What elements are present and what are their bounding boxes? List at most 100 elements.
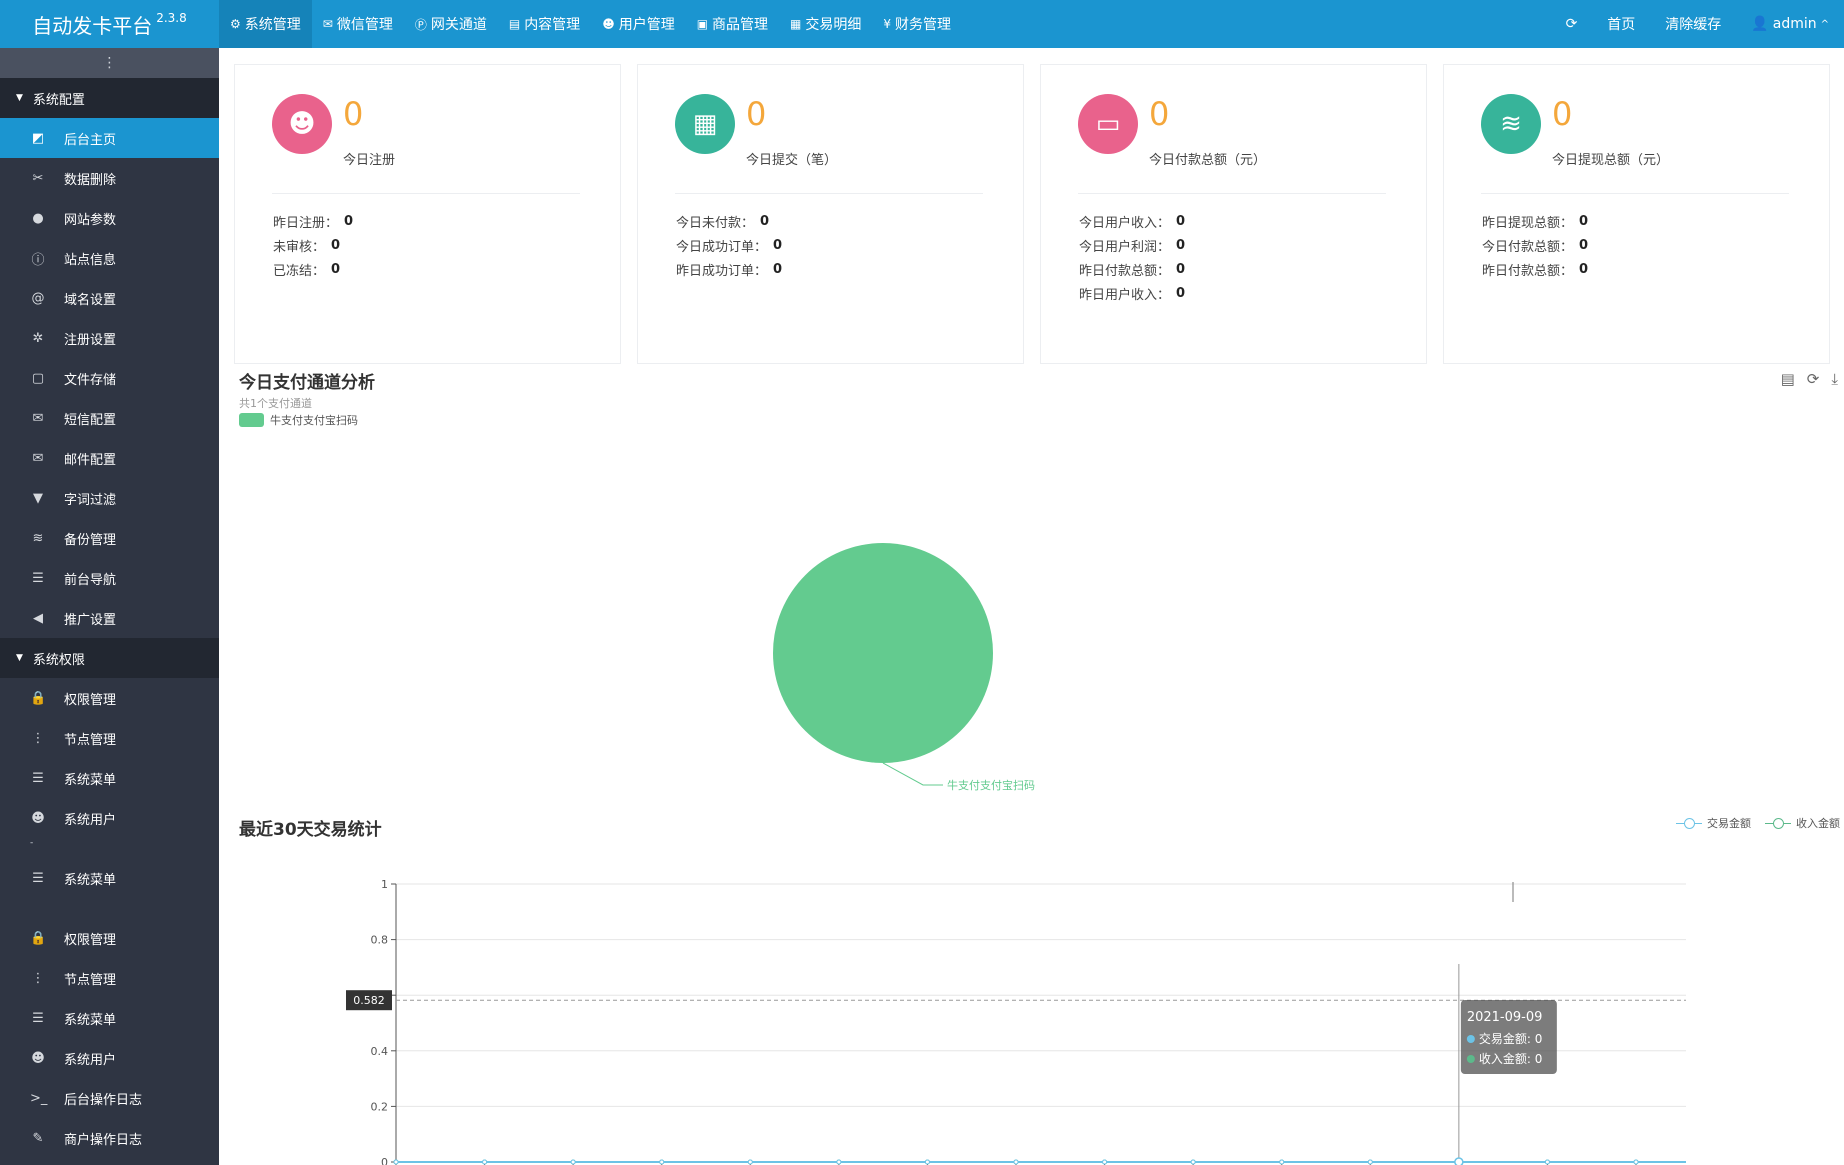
sidebar-item[interactable]: ⋮ 节点管理 — [0, 958, 219, 998]
home-link[interactable]: 首页 — [1592, 14, 1650, 34]
sidebar-clipped-item — [0, 898, 219, 918]
menu-dots-icon: ⋮ — [102, 55, 117, 71]
sidebar-item[interactable]: ⓘ 站点信息 — [0, 238, 219, 278]
main-content: ☻ 0 今日注册 昨日注册： 0 未审核： 0 已冻结： 0 ▦ 0 今日提交（笔） 今日未付款： 0 今日… — [219, 48, 1844, 1165]
top-nav-item-5[interactable]: ▣ 商品管理 — [686, 0, 779, 48]
top-nav-item-2[interactable]: Ⓟ 网关通道 — [404, 0, 498, 48]
sidebar-item-icon: ⓘ — [31, 252, 45, 268]
sidebar-item[interactable]: ☰ 系统菜单 — [0, 858, 219, 898]
sidebar-item-icon: >_ — [30, 1090, 48, 1106]
stat-card-rows: 昨日提现总额： 0 今日付款总额： 0 昨日付款总额： 0 — [1482, 209, 1588, 281]
sidebar-item[interactable]: ≋ 备份管理 — [0, 518, 219, 558]
clear-cache-link[interactable]: 清除缓存 — [1650, 14, 1736, 34]
stat-row-label: 今日用户收入： — [1079, 215, 1171, 231]
sidebar-item-icon: ☰ — [32, 870, 44, 886]
series-point[interactable] — [659, 1159, 665, 1165]
save-image-icon[interactable]: ⤓ — [1831, 370, 1838, 388]
stat-card-divider — [675, 193, 983, 194]
legend-item-trade[interactable]: 交易金额 — [1676, 815, 1751, 831]
sidebar-item-label: 系统菜单 — [64, 1012, 117, 1028]
series-point[interactable] — [836, 1159, 842, 1165]
series-point[interactable] — [1279, 1159, 1285, 1165]
sidebar-item[interactable]: ▼ 字词过滤 — [0, 478, 219, 518]
top-nav-item-1[interactable]: ✉ 微信管理 — [312, 0, 404, 48]
sidebar-item[interactable]: ◩ 后台主页 — [0, 118, 219, 158]
series-point[interactable] — [1544, 1159, 1550, 1165]
user-name: admin — [1772, 16, 1817, 32]
sidebar-item[interactable]: ✉ 邮件配置 — [0, 438, 219, 478]
stat-row-value: 0 — [1176, 213, 1186, 229]
sidebar-item[interactable]: ☰ 系统菜单 — [0, 998, 219, 1038]
stat-card-value: 0 — [1552, 95, 1573, 133]
sidebar-item[interactable]: ▢ 文件存储 — [0, 358, 219, 398]
top-nav-item-0[interactable]: ⚙ 系统管理 — [219, 0, 312, 48]
y-tick-label: 0 — [381, 1156, 388, 1165]
sidebar-item[interactable]: ☻ 系统用户 — [0, 798, 219, 838]
sidebar-item[interactable]: ✉ 短信配置 — [0, 398, 219, 438]
y-tick-label: 0.8 — [371, 934, 389, 947]
stat-card-rows: 昨日注册： 0 未审核： 0 已冻结： 0 — [273, 209, 353, 281]
sidebar-item-icon: 🔒 — [30, 930, 47, 946]
pie-legend-label: 牛支付支付宝扫码 — [270, 414, 358, 427]
series-point[interactable] — [482, 1159, 488, 1165]
sidebar-item[interactable]: ✲ 注册设置 — [0, 318, 219, 358]
sidebar-item-label: 节点管理 — [64, 972, 117, 988]
sidebar-item-label: 备份管理 — [64, 532, 117, 548]
user-menu[interactable]: 👤 admin ^ — [1736, 16, 1844, 32]
stat-row-value: 0 — [773, 237, 783, 253]
top-nav-item-3[interactable]: ▤ 内容管理 — [498, 0, 591, 48]
line-legend: 交易金额 收入金额 — [1676, 815, 1840, 831]
series-point[interactable] — [1102, 1159, 1108, 1165]
stat-row: 昨日提现总额： 0 — [1482, 209, 1588, 233]
data-view-icon[interactable]: ▤ — [1781, 370, 1795, 388]
sidebar-group-system-config[interactable]: ▼ 系统配置 — [0, 78, 219, 118]
stat-row-label: 今日用户利润： — [1079, 239, 1171, 255]
sidebar-item[interactable]: ● 网站参数 — [0, 198, 219, 238]
pie-legend[interactable]: 牛支付支付宝扫码 — [239, 412, 358, 428]
sidebar-item[interactable]: >_ 后台操作日志 — [0, 1078, 219, 1118]
stat-row: 今日成功订单： 0 — [676, 233, 782, 257]
sidebar-item[interactable]: ✎ 商户操作日志 — [0, 1118, 219, 1158]
nav-label: 交易明细 — [805, 17, 862, 33]
stat-row: 已冻结： 0 — [273, 257, 353, 281]
brand-logo[interactable]: 自动发卡平台 2.3.8 — [0, 0, 219, 48]
sidebar-item[interactable]: ☰ 前台导航 — [0, 558, 219, 598]
series-point[interactable] — [1633, 1159, 1639, 1165]
pie-slice[interactable] — [773, 543, 993, 763]
caret-down-icon: ▼ — [16, 93, 23, 103]
series-point[interactable] — [1367, 1159, 1373, 1165]
sidebar-item[interactable]: ✂ 数据删除 — [0, 158, 219, 198]
restore-icon[interactable]: ⟳ — [1807, 370, 1820, 388]
top-right-actions: ⟳ 首页 清除缓存 👤 admin ^ — [1551, 0, 1844, 48]
legend-item-income[interactable]: 收入金额 — [1765, 815, 1840, 831]
top-nav-item-6[interactable]: ▦ 交易明细 — [779, 0, 872, 48]
sidebar-item[interactable]: @ 域名设置 — [0, 278, 219, 318]
series-point[interactable] — [1013, 1159, 1019, 1165]
top-nav-item-4[interactable]: ☻ 用户管理 — [591, 0, 686, 48]
sidebar-item[interactable]: 🔒 权限管理 — [0, 678, 219, 718]
series-point[interactable] — [570, 1159, 576, 1165]
stat-row-label: 昨日注册： — [273, 215, 339, 231]
stat-card: ▦ 0 今日提交（笔） 今日未付款： 0 今日成功订单： 0 昨日成功订单： 0 — [637, 64, 1024, 364]
sidebar-toggle[interactable]: ⋮ — [0, 48, 219, 78]
refresh-icon: ⟳ — [1565, 16, 1578, 32]
sidebar-item-label: 前台导航 — [64, 572, 117, 588]
sidebar-item[interactable]: ☰ 系统菜单 — [0, 758, 219, 798]
series-point[interactable] — [924, 1159, 930, 1165]
sidebar-item[interactable]: 🔒 权限管理 — [0, 918, 219, 958]
stat-row-value: 0 — [760, 213, 770, 229]
series-point[interactable] — [747, 1159, 753, 1165]
top-nav-item-7[interactable]: ¥ 财务管理 — [872, 0, 962, 48]
legend-marker — [1676, 817, 1702, 829]
sidebar-item[interactable]: ☻ 系统用户 — [0, 1038, 219, 1078]
sidebar-group-system-permissions[interactable]: ▼ 系统权限 — [0, 638, 219, 678]
stat-row: 未审核： 0 — [273, 233, 353, 257]
pointer-point — [1454, 1157, 1464, 1165]
series-point[interactable] — [393, 1159, 399, 1165]
stat-card-value: 0 — [343, 95, 364, 133]
sidebar-item[interactable]: ⋮ 节点管理 — [0, 718, 219, 758]
refresh-button[interactable]: ⟳ — [1551, 16, 1593, 32]
series-point[interactable] — [1190, 1159, 1196, 1165]
stat-card: ≋ 0 今日提现总额（元） 昨日提现总额： 0 今日付款总额： 0 昨日付款总额： 0 — [1443, 64, 1830, 364]
sidebar-item[interactable]: ◀ 推广设置 — [0, 598, 219, 638]
